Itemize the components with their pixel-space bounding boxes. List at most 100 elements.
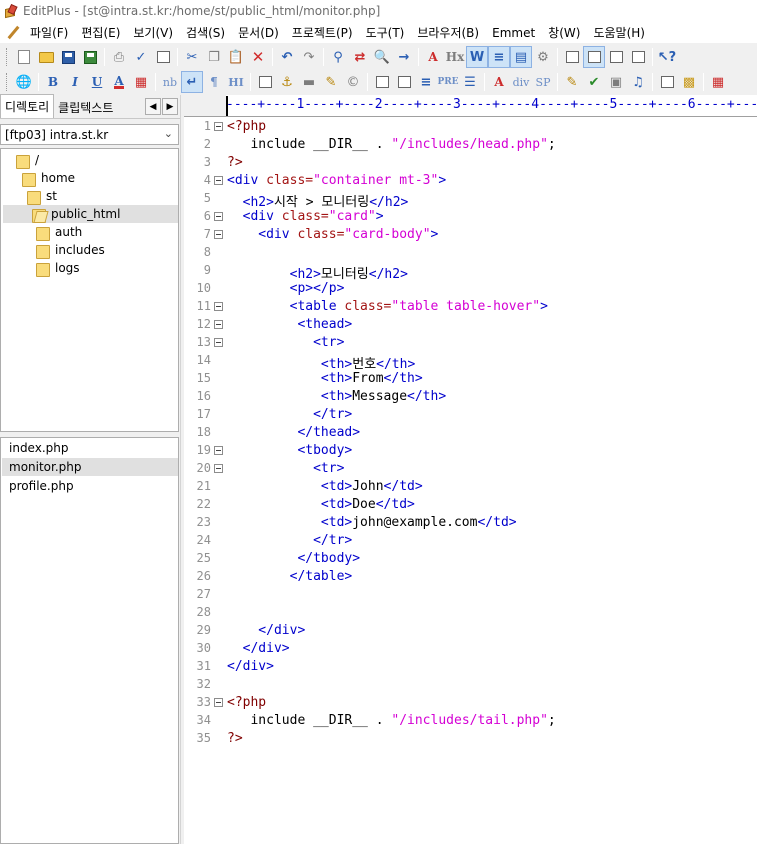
code-line[interactable]: 14 <th>번호</th> [184,352,757,372]
code-line[interactable]: 29 </div> [184,622,757,640]
code-line[interactable]: 8 [184,244,757,262]
directory-window-button[interactable] [561,46,583,68]
paragraph-button[interactable]: ¶ [203,71,225,93]
code-line[interactable]: 3 ?> [184,154,757,172]
fold-toggle-icon[interactable] [214,230,223,239]
paste-button[interactable]: 📋 [225,46,247,68]
media-button[interactable]: ▣ [605,71,627,93]
tree-item-st[interactable]: st [26,187,57,205]
menu-document[interactable]: 문서(D) [234,24,288,41]
code-line[interactable]: 17 </tr> [184,406,757,424]
file-item-monitor[interactable]: monitor.php [2,458,178,476]
code-line[interactable]: 10 <p></p> [184,280,757,298]
context-help-button[interactable]: ↖? [656,46,678,68]
hi-button[interactable]: HI [225,71,247,93]
file-item-profile[interactable]: profile.php [2,477,178,495]
copyright-button[interactable]: © [342,71,364,93]
code-line[interactable]: 18 </thead> [184,424,757,442]
code-line[interactable]: 13 <tr> [184,334,757,352]
tree-item-auth[interactable]: auth [35,223,82,241]
tree-item-public-html[interactable]: public_html [3,205,178,223]
output-window-button[interactable] [583,46,605,68]
print-button[interactable]: ⎙ [108,46,130,68]
line-break-button[interactable]: ↵ [181,71,203,93]
code-line[interactable]: 5 <h2>시작 > 모니터링</h2> [184,190,757,210]
save-all-button[interactable] [79,46,101,68]
browser-window-button[interactable] [605,46,627,68]
code-line[interactable]: 25 </tbody> [184,550,757,568]
underline-button[interactable]: U [86,71,108,93]
tab-cliptext[interactable]: 클립텍스트 [54,96,118,118]
code-line[interactable]: 28 [184,604,757,622]
menu-view[interactable]: 보기(V) [129,24,182,41]
image-button[interactable] [254,71,276,93]
fold-toggle-icon[interactable] [214,176,223,185]
code-line[interactable]: 12 <thead> [184,316,757,334]
italic-button[interactable]: I [64,71,86,93]
menu-search[interactable]: 검색(S) [182,24,234,41]
code-line[interactable]: 16 <th>Message</th> [184,388,757,406]
pre-button[interactable]: PRE [437,71,459,93]
line-number-button[interactable]: ≡ [488,46,510,68]
center-button[interactable]: ≡ [415,71,437,93]
cliptext-button[interactable]: ▩ [678,71,700,93]
tree-item-logs[interactable]: logs [35,259,80,277]
code-line[interactable]: 31 </div> [184,658,757,676]
toggle-panel-button[interactable] [656,71,678,93]
code-line[interactable]: 24 </tr> [184,532,757,550]
code-line[interactable]: 6 <div class="card"> [184,208,757,226]
list-button[interactable]: ☰ [459,71,481,93]
validate-button[interactable]: ✔ [583,71,605,93]
file-item-index[interactable]: index.php [2,439,178,457]
toolbar-grip[interactable] [6,73,9,91]
menu-tools[interactable]: 도구(T) [362,24,414,41]
fold-toggle-icon[interactable] [214,338,223,347]
tree-item-home[interactable]: home [21,169,75,187]
font-color-button[interactable]: A [108,71,130,93]
color-picker-button[interactable]: ▦ [707,71,729,93]
code-line[interactable]: 19 <tbody> [184,442,757,460]
fold-toggle-icon[interactable] [214,302,223,311]
code-line[interactable]: 33 <?php [184,694,757,712]
fold-toggle-icon[interactable] [214,212,223,221]
fold-toggle-icon[interactable] [214,320,223,329]
fold-toggle-icon[interactable] [214,446,223,455]
code-editor[interactable]: ----+----1----+----2----+----3----+----4… [184,95,757,844]
code-line[interactable]: 34 include __DIR__ . "/includes/tail.php… [184,712,757,730]
code-line[interactable]: 23 <td>john@example.com</td> [184,514,757,532]
code-line[interactable]: 11 <table class="table table-hover"> [184,298,757,316]
new-file-button[interactable] [13,46,35,68]
edit-html-button[interactable]: ✎ [561,71,583,93]
find-button[interactable]: ⚲ [327,46,349,68]
fold-toggle-icon[interactable] [214,698,223,707]
div-button[interactable]: div [510,71,532,93]
menu-edit[interactable]: 편집(E) [77,24,129,41]
horizontal-rule-button[interactable]: ▬ [298,71,320,93]
open-file-button[interactable] [35,46,57,68]
menu-emmet[interactable]: Emmet [488,26,544,40]
color-palette-button[interactable]: ▦ [130,71,152,93]
code-line[interactable]: 27 [184,586,757,604]
ftp-account-select[interactable]: [ftp03] intra.st.kr ⌄ [0,124,179,145]
tree-item-includes[interactable]: includes [35,241,105,259]
code-line[interactable]: 20 <tr> [184,460,757,478]
code-line[interactable]: 26 </table> [184,568,757,586]
html-entity-button[interactable]: A [488,71,510,93]
code-line[interactable]: 30 </div> [184,640,757,658]
code-line[interactable]: 35 ?> [184,730,757,748]
form-button[interactable] [393,71,415,93]
code-line[interactable]: 22 <td>Doe</td> [184,496,757,514]
comment-button[interactable]: ✎ [320,71,342,93]
delete-button[interactable]: ✕ [247,46,269,68]
fold-toggle-icon[interactable] [214,122,223,131]
tab-directory[interactable]: 디렉토리 [0,94,55,118]
spell-check-button[interactable]: ✓ [130,46,152,68]
menu-file[interactable]: 파일(F) [26,24,77,41]
audio-button[interactable]: ♫ [627,71,649,93]
table-button[interactable] [371,71,393,93]
new-window-button[interactable] [627,46,649,68]
menu-browser[interactable]: 브라우저(B) [413,24,488,41]
word-wrap-button[interactable]: W [466,46,488,68]
span-button[interactable]: SP [532,71,554,93]
bold-button[interactable]: B [42,71,64,93]
